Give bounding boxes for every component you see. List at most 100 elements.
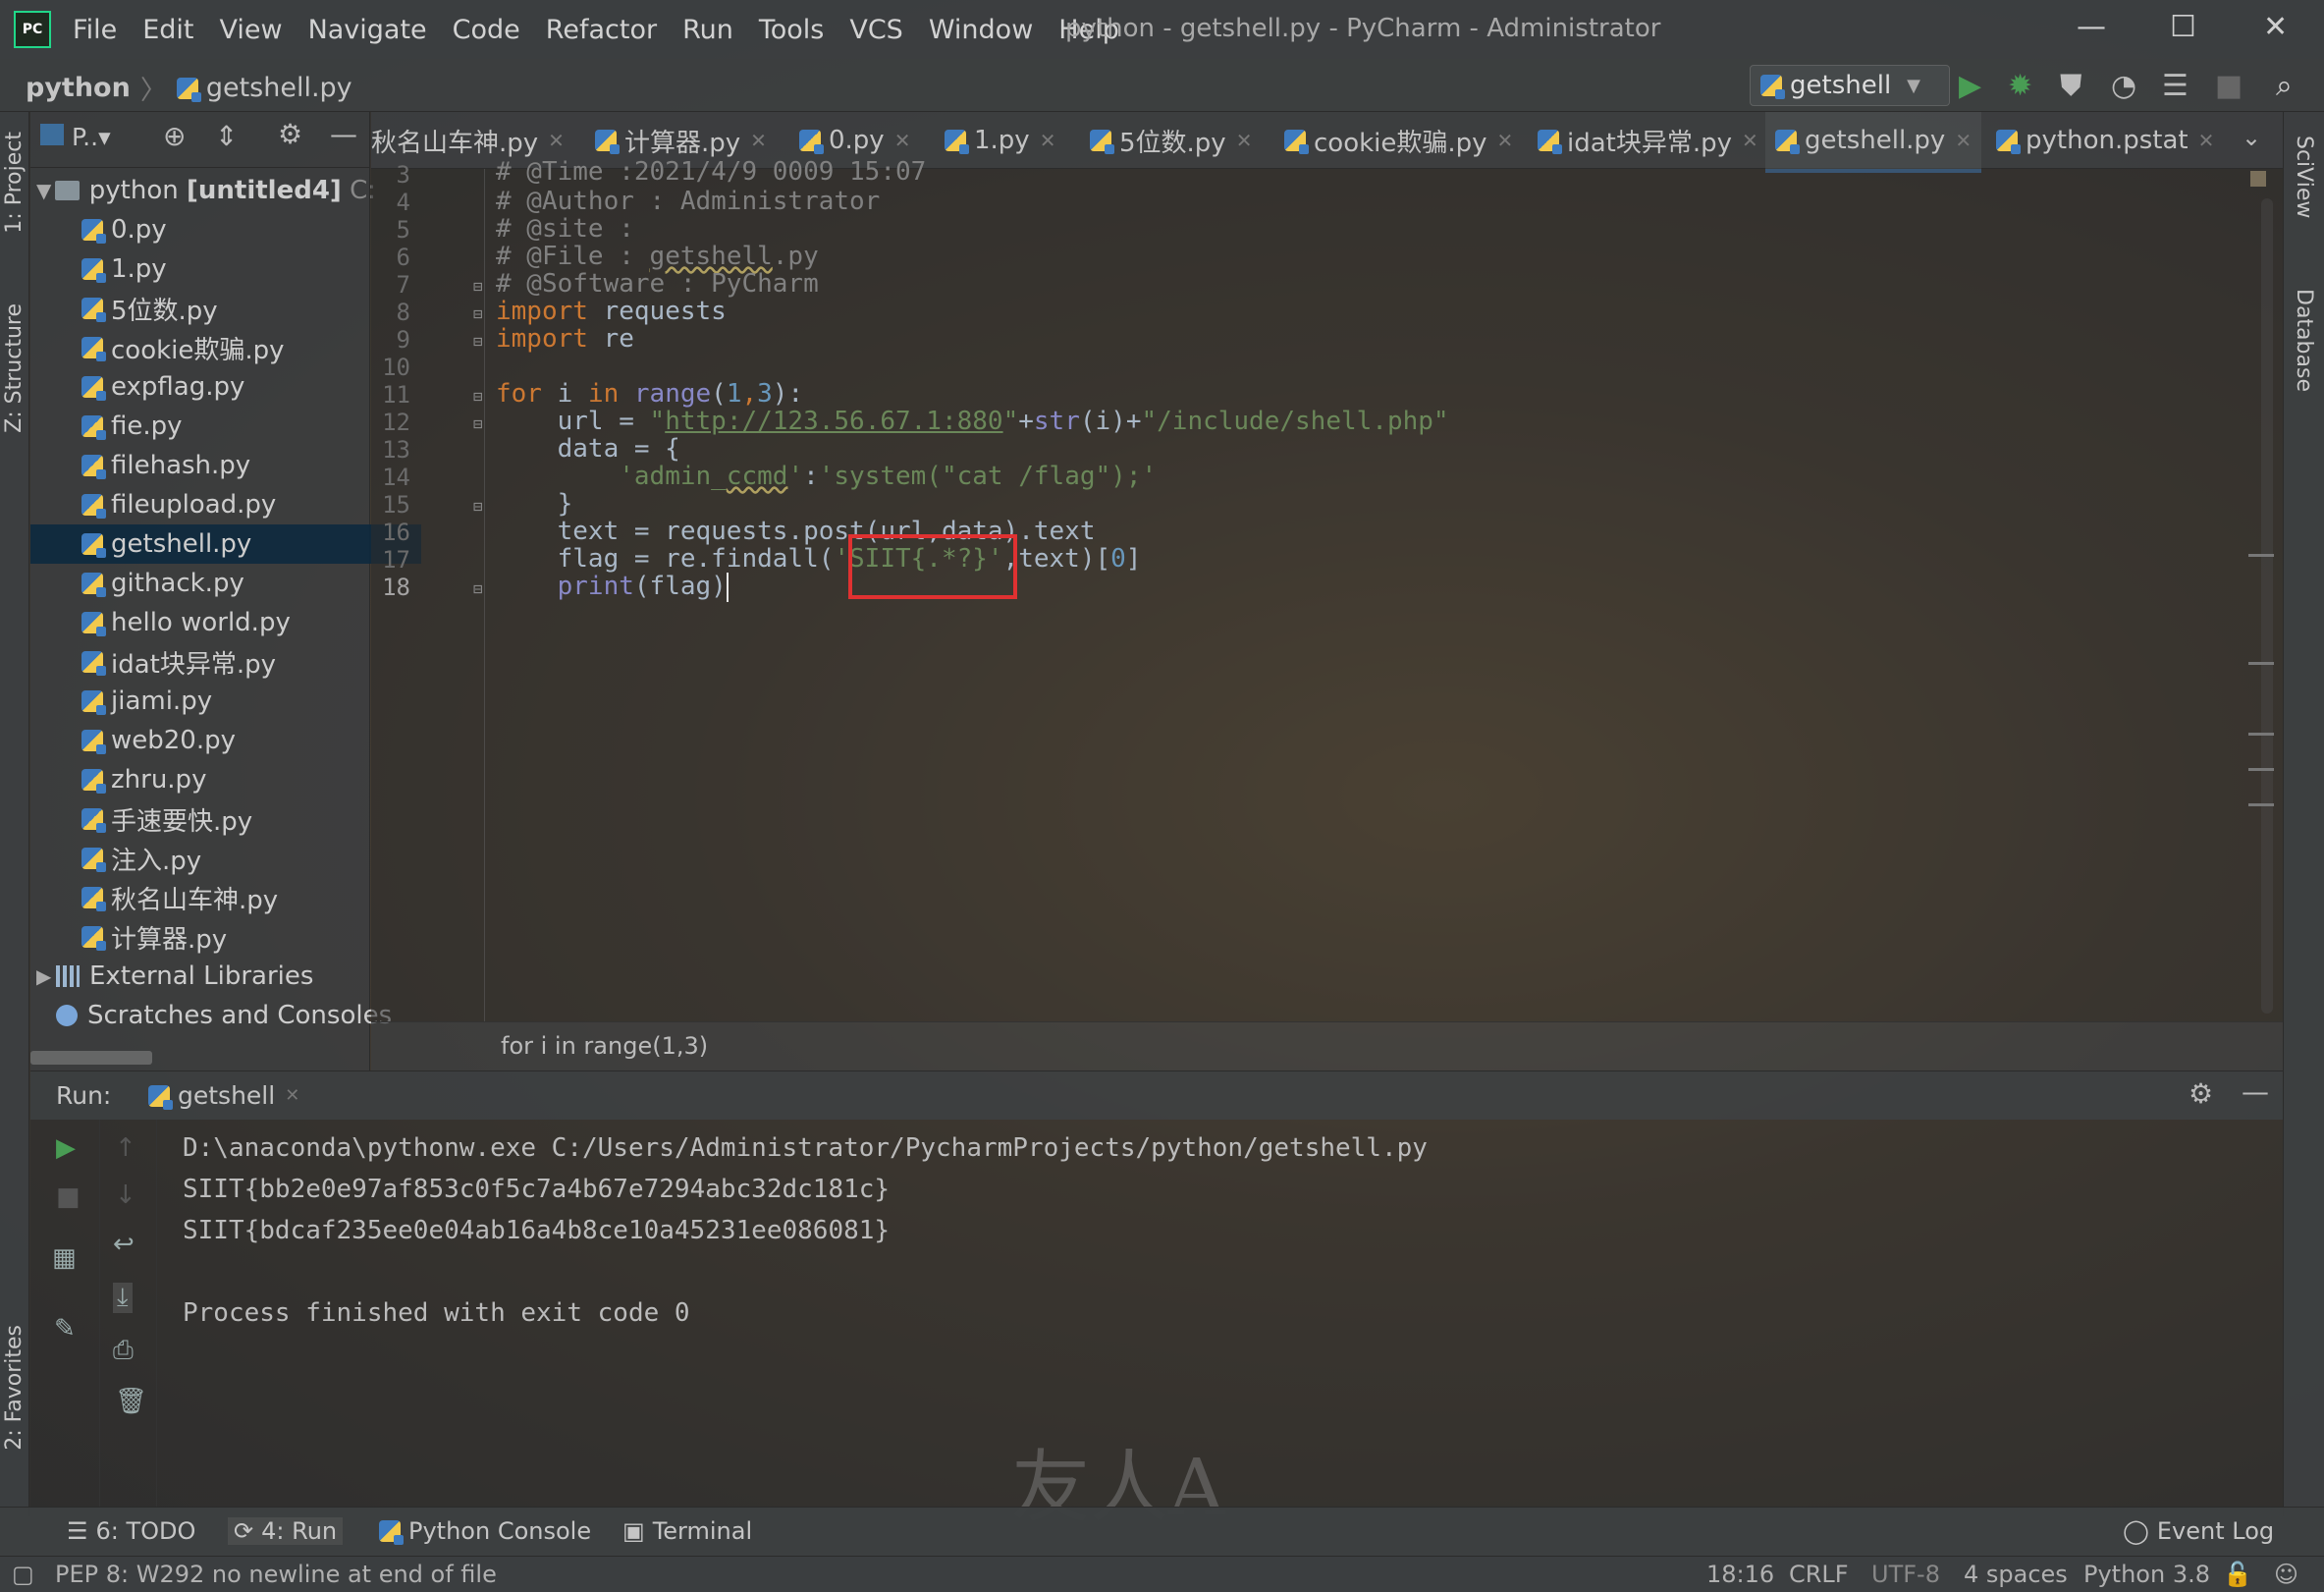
menu-vcs[interactable]: VCS <box>849 15 902 45</box>
menu-navigate[interactable]: Navigate <box>308 15 427 45</box>
close-tab-icon[interactable]: ✕ <box>1955 129 1972 152</box>
tree-file-item[interactable]: 5位数.py <box>30 289 421 328</box>
menu-view[interactable]: View <box>219 15 282 45</box>
python-console-tool-tab[interactable]: Python Console <box>379 1517 591 1545</box>
tab-1-py[interactable]: 1.py ✕ <box>945 112 1055 169</box>
run-configuration-select[interactable]: getshell ▼ <box>1750 65 1950 106</box>
close-tab-icon[interactable]: ✕ <box>1236 129 1253 152</box>
debug-icon[interactable]: ✹ <box>2008 69 2032 103</box>
inspector-icon[interactable]: ☺ <box>2274 1561 2298 1588</box>
scroll-to-end-icon[interactable]: ⤓ <box>113 1283 133 1313</box>
layout-icon[interactable]: ▦ <box>52 1243 77 1273</box>
hide-panel-icon[interactable]: — <box>330 118 357 150</box>
close-button[interactable]: ✕ <box>2263 10 2288 44</box>
database-tool-tab[interactable]: Database <box>2292 289 2316 392</box>
tree-file-item[interactable]: 计算器.py <box>30 917 421 957</box>
file-encoding[interactable]: UTF-8 <box>1871 1561 1940 1588</box>
scratches-node[interactable]: Scratches and Consoles <box>30 996 396 1035</box>
terminal-tool-tab[interactable]: ▣ Terminal <box>622 1517 752 1545</box>
tree-file-item[interactable]: 注入.py <box>30 839 421 878</box>
external-libraries-node[interactable]: ▶ External Libraries <box>30 957 376 996</box>
structure-tool-tab[interactable]: Z: Structure <box>2 303 27 433</box>
tree-file-item[interactable]: zhru.py <box>30 760 421 799</box>
tree-file-item[interactable]: web20.py <box>30 721 421 760</box>
close-tab-icon[interactable]: ✕ <box>1497 129 1514 152</box>
project-view-select[interactable]: P..▾ <box>72 123 111 151</box>
tree-file-item[interactable]: hello world.py <box>30 603 421 642</box>
hide-panel-icon[interactable]: — <box>2242 1075 2269 1108</box>
close-tab-icon[interactable]: ✕ <box>1742 129 1758 152</box>
event-log-tool-tab[interactable]: ◯ Event Log <box>2123 1517 2274 1545</box>
pin-icon[interactable]: ✎ <box>54 1314 76 1344</box>
editor-breadcrumb[interactable]: for i in range(1,3) <box>501 1032 708 1060</box>
gear-icon[interactable]: ⚙ <box>278 118 302 150</box>
scroll-up-icon[interactable]: ↑ <box>115 1133 136 1163</box>
panel-toggle-icon[interactable]: ▢ <box>12 1561 34 1588</box>
scroll-down-icon[interactable]: ↓ <box>115 1180 136 1210</box>
tree-file-item[interactable]: 1.py <box>30 249 421 289</box>
tree-file-item[interactable]: cookie欺骗.py <box>30 328 421 367</box>
indent-setting[interactable]: 4 spaces <box>1964 1561 2068 1588</box>
expand-arrow-icon[interactable]: ▼ <box>36 179 55 202</box>
tree-file-item[interactable]: githack.py <box>30 564 421 603</box>
tree-file-item[interactable]: 手速要快.py <box>30 799 421 839</box>
close-tab-icon[interactable]: ✕ <box>750 129 767 152</box>
breadcrumb-file[interactable]: getshell.py <box>206 73 352 103</box>
concurrency-icon[interactable]: ☰ <box>2162 69 2189 103</box>
soft-wrap-icon[interactable]: ↩ <box>113 1230 135 1259</box>
expand-arrow-icon[interactable]: ▶ <box>36 964 56 988</box>
close-tab-icon[interactable]: ✕ <box>894 129 911 152</box>
tree-file-item[interactable]: 秋名山车神.py <box>30 878 421 917</box>
maximize-button[interactable]: ☐ <box>2170 10 2196 44</box>
status-message[interactable]: PEP 8: W292 no newline at end of file <box>55 1561 497 1588</box>
line-separator[interactable]: CRLF <box>1789 1561 1849 1588</box>
python-interpreter[interactable]: Python 3.8 <box>2083 1561 2210 1588</box>
tabs-overflow-chevron-icon[interactable]: ⌄ <box>2242 124 2261 151</box>
tab-5weishu[interactable]: 5位数.py ✕ <box>1090 112 1252 169</box>
tree-file-item[interactable]: idat块异常.py <box>30 642 421 682</box>
sciview-tool-tab[interactable]: SciView <box>2292 136 2316 218</box>
code-editor[interactable]: 3 4 5 6 7 8 9 10 11 12 13 14 15 16 17 18… <box>371 157 2283 1021</box>
collapse-all-icon[interactable]: ⇕ <box>215 120 238 152</box>
stop-icon[interactable]: ■ <box>2215 69 2243 103</box>
breadcrumb-project[interactable]: python <box>26 73 131 103</box>
tree-root[interactable]: ▼ python [untitled4] C: <box>30 171 376 210</box>
tree-file-item[interactable]: fie.py <box>30 407 421 446</box>
url-link[interactable]: http://123.56.67.1:880 <box>665 407 1002 436</box>
horizontal-scrollbar[interactable] <box>30 1051 152 1065</box>
profile-icon[interactable]: ◔ <box>2111 69 2136 103</box>
project-tool-tab[interactable]: 1: Project <box>2 132 27 234</box>
tab-cookie[interactable]: cookie欺骗.py ✕ <box>1284 112 1513 169</box>
close-tab-icon[interactable]: ✕ <box>285 1085 299 1106</box>
menu-file[interactable]: File <box>73 15 117 45</box>
menu-tools[interactable]: Tools <box>759 15 825 45</box>
menu-run[interactable]: Run <box>682 15 733 45</box>
search-icon[interactable]: ⌕ <box>2276 69 2293 103</box>
minimize-button[interactable]: — <box>2077 10 2106 44</box>
rerun-icon[interactable]: ▶ <box>56 1133 76 1163</box>
print-icon[interactable]: ⎙ <box>113 1336 134 1366</box>
tree-file-item[interactable]: expflag.py <box>30 367 421 407</box>
gear-icon[interactable]: ⚙ <box>2189 1077 2213 1110</box>
menu-refactor[interactable]: Refactor <box>546 15 657 45</box>
menu-window[interactable]: Window <box>929 15 1033 45</box>
menu-code[interactable]: Code <box>453 15 520 45</box>
tree-file-item[interactable]: fileupload.py <box>30 485 421 524</box>
locate-icon[interactable]: ⊕ <box>163 120 186 152</box>
tree-file-item[interactable]: 0.py <box>30 210 421 249</box>
run-tool-tab[interactable]: ⟳ 4: Run <box>228 1517 344 1545</box>
run-icon[interactable]: ▶ <box>1959 69 1981 103</box>
tab-python-pstat[interactable]: python.pstat ✕ <box>1996 112 2214 169</box>
trash-icon[interactable]: 🗑 <box>115 1387 147 1416</box>
lock-icon[interactable]: 🔓 <box>2223 1561 2252 1588</box>
tree-file-item-selected[interactable]: getshell.py <box>30 524 421 564</box>
tree-file-item[interactable]: jiami.py <box>30 682 421 721</box>
close-tab-icon[interactable]: ✕ <box>2198 129 2215 152</box>
vertical-scrollbar[interactable] <box>2261 198 2273 1014</box>
todo-tool-tab[interactable]: ☰ 6: TODO <box>67 1517 195 1545</box>
tab-getshell[interactable]: getshell.py ✕ <box>1765 112 1982 173</box>
stop-icon[interactable]: ■ <box>56 1182 81 1212</box>
caret-position[interactable]: 18:16 <box>1706 1561 1774 1588</box>
favorites-tool-tab[interactable]: 2: Favorites <box>2 1325 27 1451</box>
close-tab-icon[interactable]: ✕ <box>548 129 565 152</box>
